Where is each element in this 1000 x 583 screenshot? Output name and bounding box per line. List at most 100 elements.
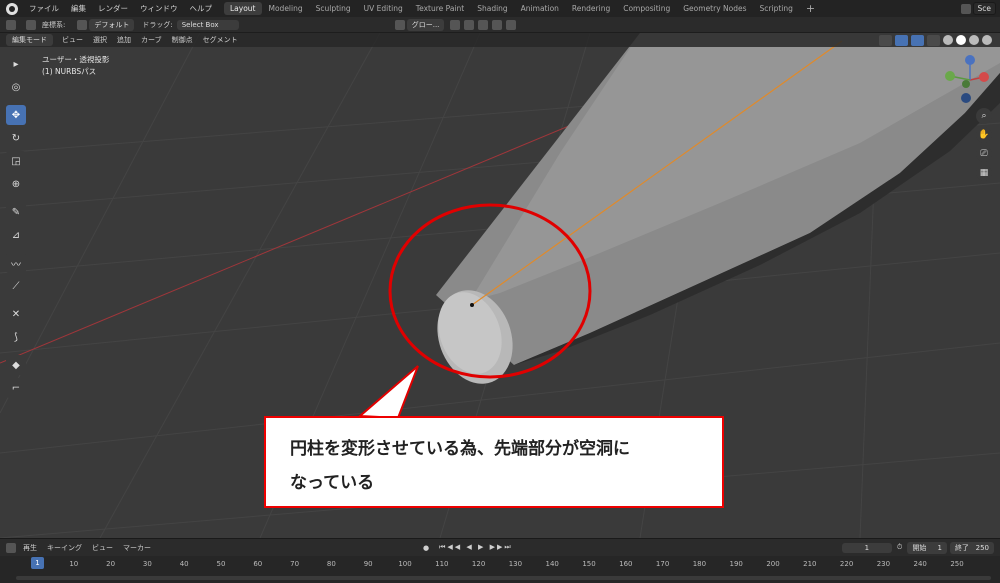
overlay-toggle-icon[interactable]	[911, 34, 924, 46]
gizmo-toggle-icon[interactable]	[895, 34, 908, 46]
transform-tool-icon[interactable]: ⊕	[6, 174, 26, 194]
mode-header: 編集モード ビュー 選択 追加 カーブ 制御点 セグメント	[0, 33, 1000, 47]
transform-orientation-icon	[394, 19, 405, 30]
use-preview-range-icon[interactable]: ⏱	[892, 543, 907, 552]
add-workspace-button[interactable]: +	[800, 2, 821, 15]
tab-texture-paint[interactable]: Texture Paint	[410, 2, 470, 15]
menu-curve[interactable]: カーブ	[136, 35, 167, 45]
timeline-tick: 20	[106, 560, 116, 568]
menu-keying[interactable]: キーイング	[42, 543, 87, 553]
menu-timeline-view[interactable]: ビュー	[87, 543, 118, 553]
scale-tool-icon[interactable]: ◲	[6, 151, 26, 171]
annotate-tool-icon[interactable]: ✎	[6, 202, 26, 222]
timeline-tick: 130	[508, 560, 523, 568]
shading-wireframe-icon[interactable]	[943, 35, 953, 45]
move-tool-icon[interactable]: ✥	[6, 105, 26, 125]
pivot-icon	[77, 19, 88, 30]
zoom-icon[interactable]: ⌕	[976, 108, 992, 124]
drag-dropdown[interactable]: Select Box	[176, 19, 239, 30]
axis-gizmo	[945, 55, 989, 103]
view-projection-label: ユーザー・透視投影	[42, 55, 110, 64]
timeline-ruler[interactable]: 1 10 20 30 40 50 60 70 80 90 100 110 120 130 140 150 160…	[0, 556, 1000, 583]
timeline-tick: 160	[619, 560, 633, 568]
menu-control-points[interactable]: 制御点	[167, 35, 198, 45]
navigation-gizmo[interactable]	[938, 52, 998, 112]
tab-modeling[interactable]: Modeling	[263, 2, 309, 15]
tab-layout[interactable]: Layout	[224, 2, 262, 15]
snap-target-icon[interactable]	[478, 19, 489, 30]
extrude-tool-icon[interactable]: ⟋	[6, 276, 26, 296]
menu-help[interactable]: ヘルプ	[184, 3, 219, 14]
timeline-tick: 40	[179, 560, 189, 568]
tab-scripting[interactable]: Scripting	[754, 2, 799, 15]
tab-animation[interactable]: Animation	[515, 2, 565, 15]
callout-text: 円柱を変形させている為、先端部分が空洞に なっている	[290, 432, 698, 500]
menu-edit[interactable]: 編集	[65, 3, 92, 14]
end-label: 終了	[954, 543, 969, 552]
snap-icon[interactable]	[464, 19, 475, 30]
playback-controls-icon[interactable]: ⏮◀◀ ◀ ▶ ▶▶⏭	[434, 543, 518, 552]
timeline-tick: 220	[839, 560, 854, 568]
transform-orientation-dropdown[interactable]: グロー...	[406, 18, 445, 31]
menu-marker[interactable]: マーカー	[118, 543, 156, 553]
start-frame-field[interactable]: 開始 1	[907, 541, 947, 554]
annotation-callout: 円柱を変形させている為、先端部分が空洞に なっている	[264, 416, 724, 508]
draw-curve-tool-icon[interactable]: 〰	[6, 253, 26, 273]
timeline-tick: 10	[69, 560, 79, 568]
top-menu-bar: ファイル 編集 レンダー ウィンドウ ヘルプ Layout Modeling S…	[0, 0, 1000, 17]
randomize-tool-icon[interactable]: ◆	[6, 355, 26, 375]
shading-rendered-icon[interactable]	[982, 35, 992, 45]
end-frame-field[interactable]: 終了 250	[949, 541, 994, 554]
xray-toggle-icon[interactable]	[927, 34, 940, 46]
editor-type-icon[interactable]	[6, 19, 16, 30]
tab-sculpting[interactable]: Sculpting	[310, 2, 357, 15]
radius-tool-icon[interactable]: ✕	[6, 304, 26, 324]
transform-gizmo-icon[interactable]	[26, 19, 36, 30]
perspective-toggle-icon[interactable]: ▦	[976, 165, 992, 181]
proportional-edit-icon[interactable]	[492, 19, 503, 30]
tab-geometry-nodes[interactable]: Geometry Nodes	[677, 2, 752, 15]
menu-file[interactable]: ファイル	[23, 3, 65, 14]
timeline-tick: 240	[913, 560, 927, 568]
menu-playback[interactable]: 再生	[18, 543, 42, 553]
cursor-tool-icon[interactable]: ◎	[6, 77, 26, 97]
menu-render[interactable]: レンダー	[92, 3, 134, 14]
shear-tool-icon[interactable]: ⌐	[6, 378, 26, 398]
timeline-editor-icon[interactable]	[6, 542, 16, 553]
current-frame-field[interactable]: 1	[841, 542, 892, 553]
callout-line-2: なっている	[290, 473, 375, 493]
rotate-tool-icon[interactable]: ↻	[6, 128, 26, 148]
tab-uv-editing[interactable]: UV Editing	[358, 2, 409, 15]
pan-hand-icon[interactable]: ✋	[976, 127, 992, 143]
timeline-tick: 60	[253, 560, 263, 568]
camera-view-icon[interactable]: ⎚	[976, 146, 992, 162]
falloff-icon[interactable]	[506, 19, 517, 30]
blender-logo-icon[interactable]	[6, 2, 18, 15]
visibility-icon[interactable]	[879, 34, 892, 46]
measure-tool-icon[interactable]: ⊿	[6, 225, 26, 245]
pivot-point-icon[interactable]	[450, 19, 461, 30]
menu-view[interactable]: ビュー	[57, 35, 88, 45]
current-frame-marker[interactable]: 1	[31, 557, 44, 569]
tab-shading[interactable]: Shading	[471, 2, 513, 15]
menu-segments[interactable]: セグメント	[198, 35, 243, 45]
shading-material-icon[interactable]	[969, 35, 979, 45]
mode-dropdown[interactable]: 編集モード	[6, 34, 53, 46]
end-value: 250	[975, 543, 989, 552]
timeline-tick: 110	[435, 560, 449, 568]
tab-compositing[interactable]: Compositing	[617, 2, 676, 15]
timeline-scrollbar[interactable]	[16, 576, 991, 580]
scene-selector[interactable]: Sce	[972, 2, 996, 15]
select-tool-icon[interactable]: ▸	[6, 54, 26, 74]
shading-solid-icon[interactable]	[956, 35, 966, 45]
timeline-tick: 210	[803, 560, 817, 568]
timeline-tick: 90	[363, 560, 373, 568]
record-button-icon[interactable]: ●	[418, 544, 434, 552]
menu-select[interactable]: 選択	[88, 35, 112, 45]
menu-add[interactable]: 追加	[112, 35, 136, 45]
menu-window[interactable]: ウィンドウ	[134, 3, 184, 14]
pivot-dropdown[interactable]: デフォルト	[89, 18, 135, 31]
tilt-tool-icon[interactable]: ⟆	[6, 327, 26, 347]
timeline-tick: 70	[290, 560, 300, 568]
tab-rendering[interactable]: Rendering	[566, 2, 616, 15]
